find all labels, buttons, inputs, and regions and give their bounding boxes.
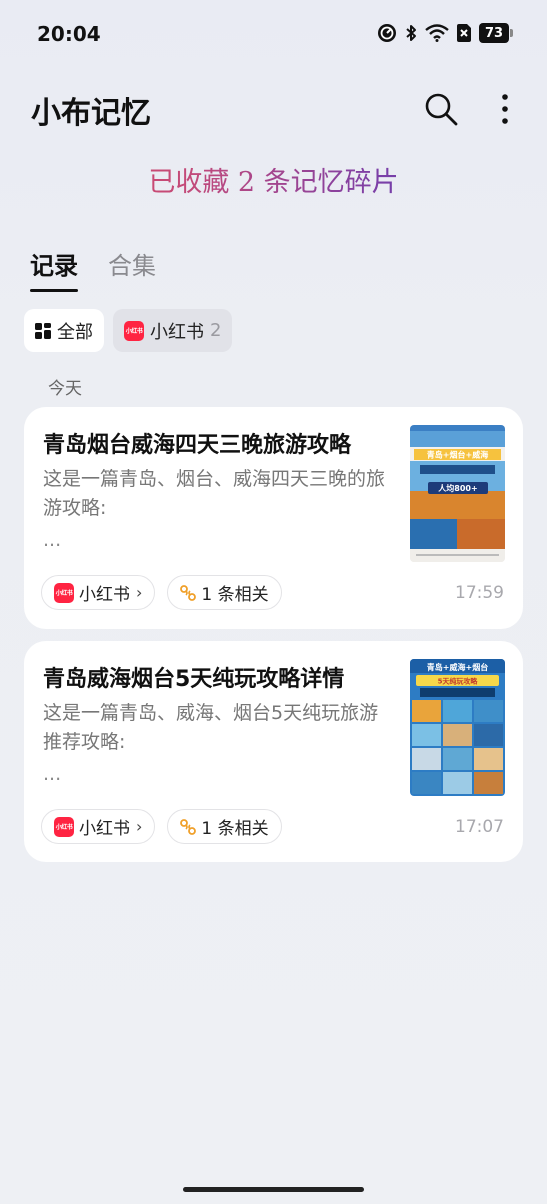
card-description: 这是一篇青岛、威海、烟台5天纯玩旅游推荐攻略: [43, 702, 379, 753]
date-section-header: 今天 [48, 379, 82, 399]
thumb-sub: 人均800+ [438, 483, 477, 493]
tab-bar: 记录 合集 [30, 246, 156, 296]
filter-all-label: 全部 [57, 321, 93, 343]
search-button[interactable] [422, 90, 460, 128]
filter-xiaohongshu-label: 小红书 [150, 321, 204, 343]
memory-card[interactable]: 青岛威海烟台5天纯玩攻略详情 这是一篇青岛、威海、烟台5天纯玩旅游推荐攻略: .… [24, 641, 523, 862]
source-label: 小红书 [79, 819, 130, 839]
card-title: 青岛威海烟台5天纯玩攻略详情 [43, 667, 345, 692]
card-ellipsis: ... [43, 529, 62, 551]
battery-icon: 73 [479, 23, 513, 43]
chevron-right-icon: › [136, 583, 143, 602]
more-button[interactable] [490, 90, 520, 128]
card-footer: 小红书 小红书 › 1 条相关 [41, 809, 282, 844]
related-button[interactable]: 1 条相关 [167, 575, 282, 610]
source-label: 小红书 [79, 585, 130, 605]
related-link-icon [180, 584, 197, 601]
xiaohongshu-logo: 小红书 [54, 816, 74, 837]
thumb-label: 青岛+威海+烟台 [427, 662, 488, 672]
memory-count-tagline: 已收藏 2 条记忆碎片 [0, 160, 547, 199]
filter-xiaohongshu-chip[interactable]: 小红书 小红书 2 [113, 309, 233, 352]
source-link-button[interactable]: 小红书 小红书 › [41, 575, 156, 610]
card-thumbnail: 青岛+烟台+威海 人均800+ [410, 425, 505, 562]
status-time: 20:04 [37, 22, 101, 46]
filter-all-chip[interactable]: 全部 [24, 309, 104, 352]
source-link-button[interactable]: 小红书 小红书 › [41, 809, 156, 844]
wifi-icon [425, 24, 449, 42]
xiaohongshu-logo: 小红书 [124, 320, 144, 341]
app-title: 小布记忆 [31, 96, 151, 131]
thumb-label: 青岛+烟台+威海 [427, 450, 488, 460]
status-bar: 20:04 73 [0, 0, 547, 70]
card-title: 青岛烟台威海四天三晚旅游攻略 [43, 433, 352, 458]
speedometer-icon [377, 23, 397, 43]
sim-blocked-icon [456, 23, 472, 43]
home-indicator[interactable] [183, 1187, 364, 1192]
app-bar: 小布记忆 [0, 80, 547, 136]
card-time: 17:59 [455, 583, 504, 603]
grid-icon [35, 322, 51, 339]
tab-collections[interactable]: 合集 [108, 246, 156, 292]
thumb-sub: 5天纯玩攻略 [438, 677, 479, 686]
related-link-icon [180, 818, 197, 835]
filter-count: 2 [210, 320, 222, 341]
card-footer: 小红书 小红书 › 1 条相关 [41, 575, 282, 610]
card-thumbnail: 青岛+威海+烟台 5天纯玩攻略 [410, 659, 505, 796]
related-button[interactable]: 1 条相关 [167, 809, 282, 844]
related-label: 1 条相关 [201, 819, 269, 839]
filter-chips: 全部 小红书 小红书 2 [24, 309, 233, 352]
xiaohongshu-logo: 小红书 [54, 582, 74, 603]
bluetooth-icon [404, 23, 418, 43]
tab-records[interactable]: 记录 [30, 246, 78, 292]
chevron-right-icon: › [136, 817, 143, 836]
search-icon [425, 93, 458, 126]
status-icons: 73 [377, 23, 513, 43]
related-label: 1 条相关 [201, 585, 269, 605]
more-vertical-icon [502, 94, 508, 124]
card-description: 这是一篇青岛、烟台、威海四天三晚的旅游攻略: [43, 468, 386, 519]
card-ellipsis: ... [43, 763, 62, 785]
card-time: 17:07 [455, 817, 504, 837]
memory-card[interactable]: 青岛烟台威海四天三晚旅游攻略 这是一篇青岛、烟台、威海四天三晚的旅游攻略: ..… [24, 407, 523, 629]
